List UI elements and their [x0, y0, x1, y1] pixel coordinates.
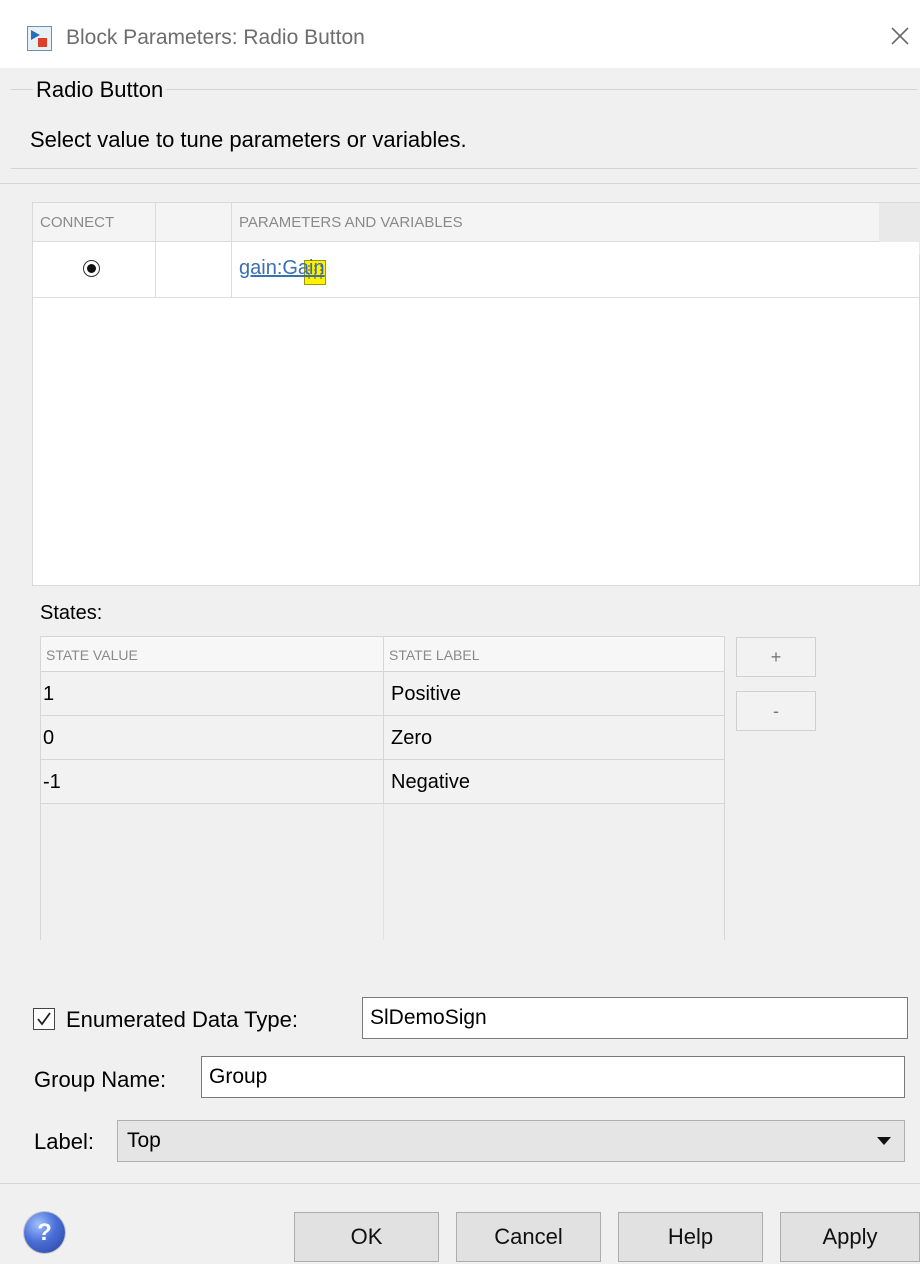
enumerated-data-type-input[interactable]: SlDemoSign	[362, 997, 908, 1039]
state-value-cell[interactable]: 0	[41, 716, 383, 759]
column-header-state-label[interactable]: STATE LABEL	[384, 637, 724, 671]
states-table[interactable]: STATE VALUE STATE LABEL 1 Positive 0 Zer…	[40, 636, 725, 940]
state-value-cell[interactable]: -1	[41, 760, 383, 803]
states-label: States:	[40, 602, 103, 624]
label-dropdown[interactable]: Top	[117, 1120, 905, 1162]
ok-button[interactable]: OK	[294, 1212, 439, 1262]
column-divider	[383, 636, 384, 804]
window-title: Block Parameters: Radio Button	[66, 26, 365, 49]
close-icon[interactable]	[886, 22, 914, 50]
column-header-parameters[interactable]: PARAMETERS AND VARIABLES	[232, 203, 879, 241]
add-state-button[interactable]: +	[736, 637, 816, 677]
label-field-label: Label:	[34, 1129, 94, 1154]
divider	[0, 183, 920, 184]
state-label-cell[interactable]: Negative	[389, 760, 724, 803]
enumerated-data-type-checkbox[interactable]	[33, 1008, 55, 1030]
title-bar: Block Parameters: Radio Button	[0, 0, 920, 68]
state-label-cell[interactable]: Positive	[389, 672, 724, 715]
chevron-down-icon[interactable]	[877, 1137, 891, 1145]
group-description: Select value to tune parameters or varia…	[30, 127, 467, 152]
enumerated-data-type-label: Enumerated Data Type:	[66, 1007, 298, 1032]
group-name-input[interactable]: Group	[201, 1056, 905, 1098]
connect-table-header: CONNECT PARAMETERS AND VARIABLES	[33, 203, 879, 242]
state-label-cell[interactable]: Zero	[389, 716, 724, 759]
column-header-connect[interactable]: CONNECT	[33, 203, 156, 241]
remove-state-button[interactable]: -	[736, 691, 816, 731]
help-icon[interactable]: ?	[24, 1212, 65, 1253]
divider	[0, 1183, 920, 1184]
table-row[interactable]: gain:Gain	[33, 242, 919, 298]
cancel-button[interactable]: Cancel	[456, 1212, 601, 1262]
connect-radio-button[interactable]	[83, 260, 100, 277]
help-icon-glyph: ?	[37, 1219, 52, 1246]
apply-button[interactable]: Apply	[780, 1212, 920, 1262]
connect-cell	[33, 242, 156, 297]
help-button[interactable]: Help	[618, 1212, 763, 1262]
group-name-label: Group Name:	[34, 1067, 167, 1092]
group-title: Radio Button	[33, 77, 167, 103]
parameter-link[interactable]: gain:Gain	[239, 257, 325, 280]
column-divider	[383, 804, 384, 940]
column-header-icon[interactable]	[156, 203, 232, 241]
connect-table[interactable]: CONNECT PARAMETERS AND VARIABLES gain:Ga…	[32, 202, 920, 586]
column-header-state-value[interactable]: STATE VALUE	[41, 637, 383, 671]
state-value-cell[interactable]: 1	[41, 672, 383, 715]
simulink-block-icon	[27, 26, 52, 51]
icon-cell	[156, 242, 326, 297]
